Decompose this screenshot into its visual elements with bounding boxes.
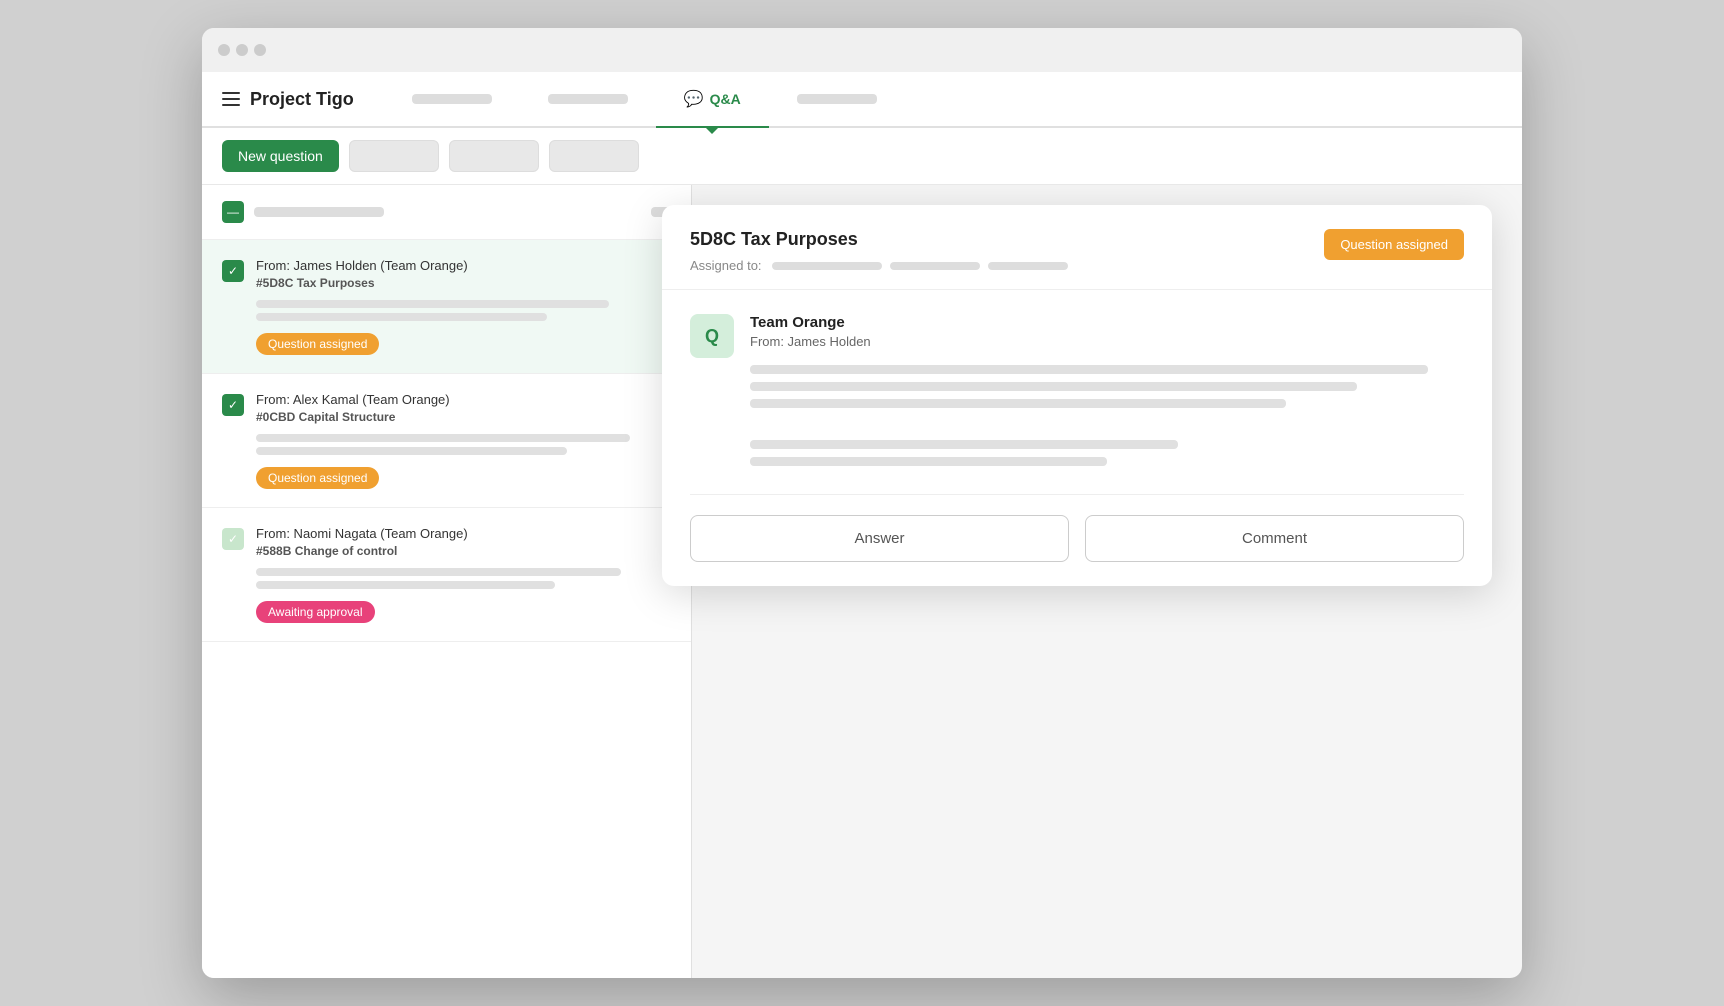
content-gap [750,416,1464,432]
nav-title: Project Tigo [250,89,354,110]
q3-tag: #588B Change of control [256,544,671,558]
tl-maximize[interactable] [254,44,266,56]
q2-lines [256,434,671,455]
q2-checkbox[interactable]: ✓ [222,394,244,416]
q2-header: ✓ From: Alex Kamal (Team Orange) #0CBD C… [222,392,671,424]
tab-2-placeholder [548,94,628,104]
question-item-2[interactable]: ✓ From: Alex Kamal (Team Orange) #0CBD C… [202,374,691,508]
tab-4-placeholder [797,94,877,104]
q3-badge-row: Awaiting approval [256,601,671,623]
detail-header-left: 5D8C Tax Purposes Assigned to: [690,229,1324,273]
question-thread: Q Team Orange From: James Holden [690,314,1464,466]
content-line-2 [750,382,1357,391]
tl-minimize[interactable] [236,44,248,56]
thread-content-lines [750,365,1464,466]
toolbar: New question [202,128,1522,185]
detail-assigned: Assigned to: [690,258,1324,273]
q2-line-1 [256,434,630,442]
toolbar-filter-3[interactable] [549,140,639,172]
thread-team: Team Orange [750,314,1464,331]
new-question-button[interactable]: New question [222,140,339,172]
toolbar-filter-2[interactable] [449,140,539,172]
thread-info: Team Orange From: James Holden [750,314,1464,466]
tab-qa[interactable]: 💬 Q&A [656,72,769,126]
q1-line-1 [256,300,609,308]
q2-info: From: Alex Kamal (Team Orange) #0CBD Cap… [256,392,671,424]
question-item-1[interactable]: ✓ From: James Holden (Team Orange) #5D8C… [202,240,691,374]
list-header: — [202,185,691,240]
comment-button[interactable]: Comment [1085,515,1464,562]
titlebar [202,28,1522,72]
detail-panel: 5D8C Tax Purposes Assigned to: Question … [662,205,1492,586]
tab-qa-label: Q&A [710,91,741,107]
q2-badge-row: Question assigned [256,467,671,489]
q3-lines [256,568,671,589]
q3-line-1 [256,568,621,576]
q3-badge: Awaiting approval [256,601,375,623]
assigned-ph-1 [772,262,882,270]
content-line-5 [750,457,1107,466]
q1-checkbox[interactable]: ✓ [222,260,244,282]
q3-from: From: Naomi Nagata (Team Orange) [256,526,671,541]
tl-close[interactable] [218,44,230,56]
list-header-text-placeholder [254,207,384,217]
q1-header: ✓ From: James Holden (Team Orange) #5D8C… [222,258,671,290]
nav-tabs: 💬 Q&A [384,72,1502,126]
content-line-3 [750,399,1286,408]
hamburger-icon[interactable] [222,92,240,106]
q3-line-2 [256,581,555,589]
q1-from: From: James Holden (Team Orange) [256,258,671,273]
q1-badge-row: Question assigned [256,333,671,355]
tab-4[interactable] [769,72,905,126]
thread-avatar: Q [690,314,734,358]
assigned-ph-2 [890,262,980,270]
qa-icon: 💬 [684,89,704,109]
list-select-all[interactable]: — [222,201,244,223]
tab-1-placeholder [412,94,492,104]
tab-active-indicator [706,128,718,134]
tab-1[interactable] [384,72,520,126]
q2-from: From: Alex Kamal (Team Orange) [256,392,671,407]
q2-line-2 [256,447,567,455]
content-line-4 [750,440,1178,449]
tab-2[interactable] [520,72,656,126]
q1-info: From: James Holden (Team Orange) #5D8C T… [256,258,671,290]
detail-body: Q Team Orange From: James Holden [662,290,1492,586]
q3-checkbox[interactable]: ✓ [222,528,244,550]
content-line-1 [750,365,1428,374]
assigned-ph-3 [988,262,1068,270]
nav-brand: Project Tigo [222,89,354,110]
answer-button[interactable]: Answer [690,515,1069,562]
q2-tag: #0CBD Capital Structure [256,410,671,424]
q3-header: ✓ From: Naomi Nagata (Team Orange) #588B… [222,526,671,558]
toolbar-filter-1[interactable] [349,140,439,172]
question-item-3[interactable]: ✓ From: Naomi Nagata (Team Orange) #588B… [202,508,691,642]
list-header-left: — [222,201,384,223]
q1-lines [256,300,671,321]
q1-line-2 [256,313,547,321]
thread-from: From: James Holden [750,334,1464,349]
question-list: — ✓ From: James Holden (Team Orange) #5D… [202,185,692,978]
assigned-placeholders [772,262,1068,270]
detail-title: 5D8C Tax Purposes [690,229,1324,250]
q3-info: From: Naomi Nagata (Team Orange) #588B C… [256,526,671,558]
detail-question-assigned-button[interactable]: Question assigned [1324,229,1464,260]
q2-badge: Question assigned [256,467,379,489]
assigned-label: Assigned to: [690,258,762,273]
q1-badge: Question assigned [256,333,379,355]
main-content: — ✓ From: James Holden (Team Orange) #5D… [202,185,1522,978]
navbar: Project Tigo 💬 Q&A [202,72,1522,128]
detail-actions: Answer Comment [690,494,1464,562]
traffic-lights [218,44,266,56]
q1-tag: #5D8C Tax Purposes [256,276,671,290]
app-window: Project Tigo 💬 Q&A New question [202,28,1522,978]
detail-header: 5D8C Tax Purposes Assigned to: Question … [662,205,1492,290]
